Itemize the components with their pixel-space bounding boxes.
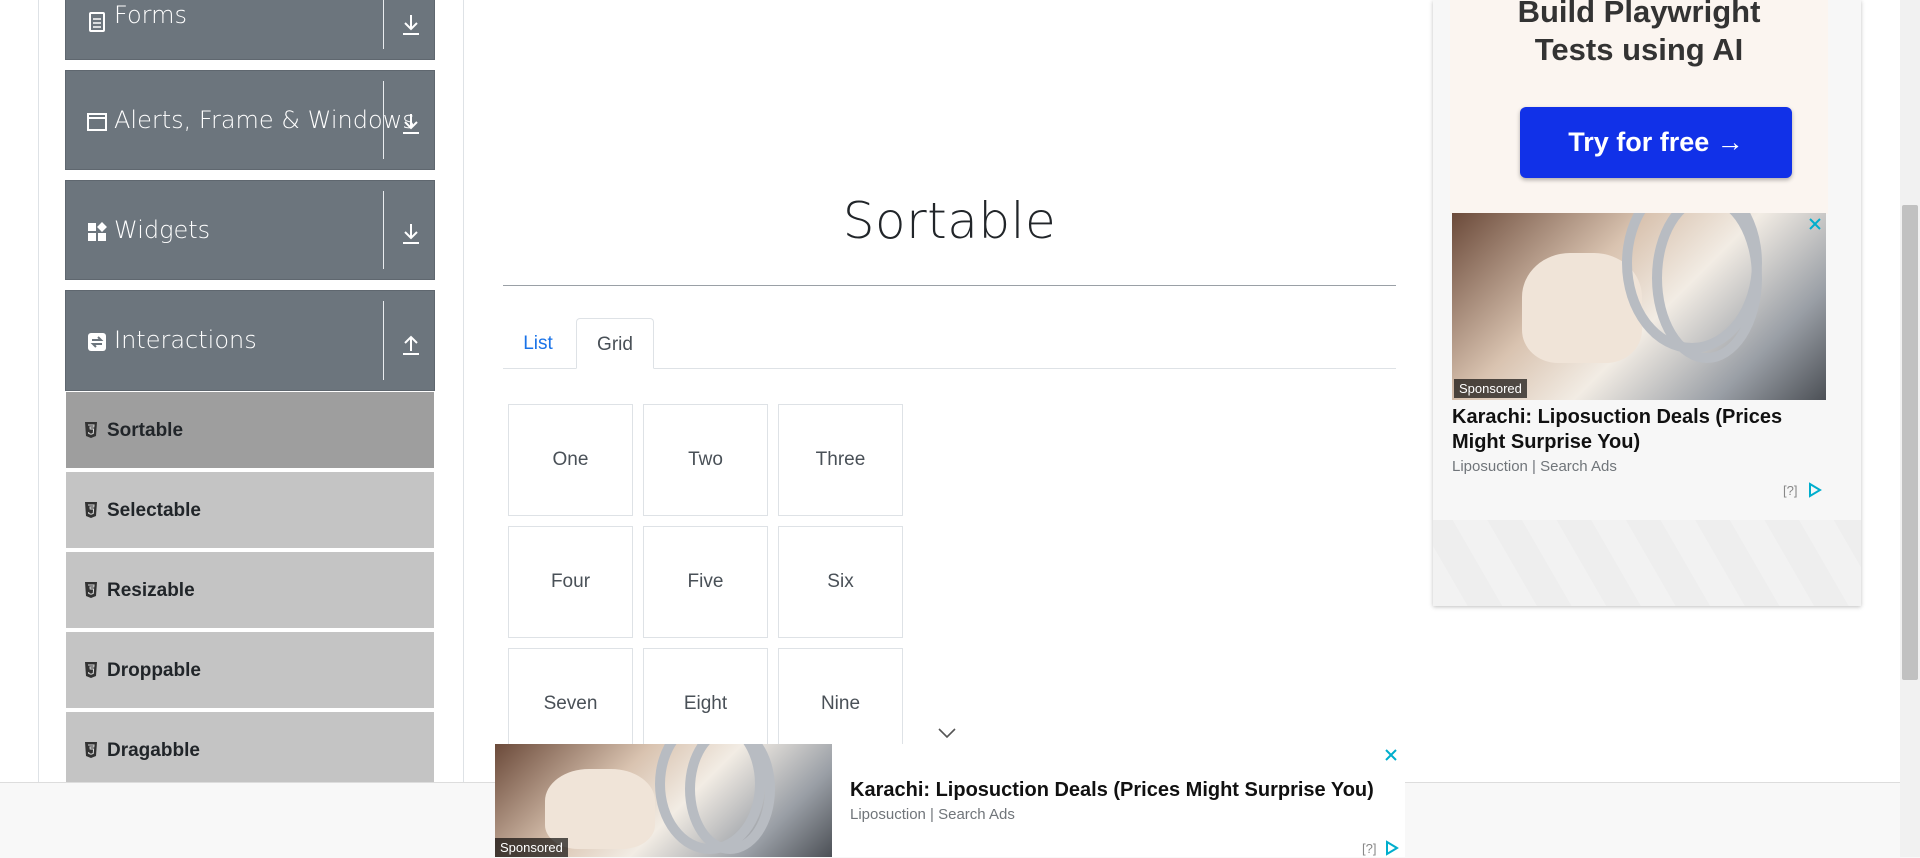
sponsored-label: Sponsored xyxy=(1454,379,1527,398)
sidebar-item-droppable[interactable]: Droppable xyxy=(66,632,434,710)
ad-title[interactable]: Karachi: Liposuction Deals (Prices Might… xyxy=(1452,405,1832,455)
sidebar-group-label: Forms xyxy=(114,1,187,29)
grid-item[interactable]: Six xyxy=(778,526,903,638)
grid-item[interactable]: Four xyxy=(508,526,633,638)
ad-banner-bottom[interactable]: Sponsored Karachi: Liposuction Deals (Pr… xyxy=(495,744,1405,857)
ad-image[interactable]: Sponsored xyxy=(1452,213,1826,400)
close-icon[interactable] xyxy=(1382,746,1400,764)
sidebar-group-widgets[interactable]: Widgets xyxy=(65,180,435,280)
ad-source: Liposuction | Search Ads xyxy=(1452,458,1617,475)
title-divider xyxy=(503,285,1396,286)
sidebar-group-label: Widgets xyxy=(114,216,211,244)
sidebar-item-label: Selectable xyxy=(107,500,201,521)
sidebar-item-dragabble[interactable]: Dragabble xyxy=(66,712,434,790)
ad-image[interactable]: Sponsored xyxy=(495,744,832,857)
tab-list[interactable]: List xyxy=(503,318,573,369)
ad-headline: Build Playwright xyxy=(1517,0,1761,29)
ad-title[interactable]: Karachi: Liposuction Deals (Prices Might… xyxy=(850,778,1374,803)
html5-icon xyxy=(85,422,97,438)
page-title: Sortable xyxy=(842,192,1057,250)
chevron-down-icon[interactable] xyxy=(937,726,957,740)
sidebar-item-resizable[interactable]: Resizable xyxy=(66,552,434,630)
interactions-icon xyxy=(88,333,106,351)
sidebar-item-label: Dragabble xyxy=(107,740,200,761)
html5-icon xyxy=(85,662,97,678)
divider xyxy=(383,301,384,380)
html5-icon xyxy=(85,582,97,598)
try-for-free-button[interactable]: Try for free → xyxy=(1520,107,1792,178)
sidebar-group-forms[interactable]: Forms xyxy=(65,0,435,60)
widgets-icon xyxy=(88,222,107,241)
ad-info-link[interactable]: [?] xyxy=(1362,841,1376,856)
tab-grid[interactable]: Grid xyxy=(576,318,654,369)
sponsored-label: Sponsored xyxy=(495,838,568,857)
ad-banner-right[interactable]: Build Playwright Tests using AI Try for … xyxy=(1433,0,1861,606)
adchoices-icon[interactable] xyxy=(1384,840,1400,856)
ad-promo-panel: Build Playwright Tests using AI Try for … xyxy=(1450,0,1828,214)
grid-item[interactable]: One xyxy=(508,404,633,516)
grid-item[interactable]: Five xyxy=(643,526,768,638)
ad-info-link[interactable]: [?] xyxy=(1783,483,1797,498)
sidebar-group-label: Alerts, Frame & Windows xyxy=(114,106,415,134)
ad-headline: Tests using AI xyxy=(1534,32,1744,67)
sidebar-group-label: Interactions xyxy=(114,326,257,354)
sidebar-item-sortable[interactable]: Sortable xyxy=(66,392,434,470)
sidebar-group-interactions[interactable]: Interactions xyxy=(65,290,435,391)
sidebar-group-alerts[interactable]: Alerts, Frame & Windows xyxy=(65,70,435,170)
document-icon xyxy=(89,12,105,32)
download-arrow-icon[interactable] xyxy=(398,111,424,137)
download-arrow-icon[interactable] xyxy=(398,12,424,38)
ad-source: Liposuction | Search Ads xyxy=(850,806,1015,823)
divider xyxy=(383,0,384,49)
ad-background-pattern xyxy=(1433,520,1861,606)
sidebar-item-label: Resizable xyxy=(107,580,195,601)
upload-arrow-icon[interactable] xyxy=(398,331,424,357)
window-icon xyxy=(87,113,107,131)
sidebar-item-label: Droppable xyxy=(107,660,201,681)
html5-icon xyxy=(85,502,97,518)
sidebar-item-selectable[interactable]: Selectable xyxy=(66,472,434,550)
scrollbar-thumb[interactable] xyxy=(1902,205,1918,680)
grid-item[interactable]: Two xyxy=(643,404,768,516)
close-icon[interactable] xyxy=(1806,215,1824,233)
adchoices-icon[interactable] xyxy=(1807,482,1823,498)
html5-icon xyxy=(85,742,97,758)
sidebar-item-label: Sortable xyxy=(107,420,184,441)
divider xyxy=(383,81,384,159)
download-arrow-icon[interactable] xyxy=(398,221,424,247)
divider xyxy=(383,191,384,269)
grid-item[interactable]: Three xyxy=(778,404,903,516)
ad-photo-figure xyxy=(545,769,655,849)
